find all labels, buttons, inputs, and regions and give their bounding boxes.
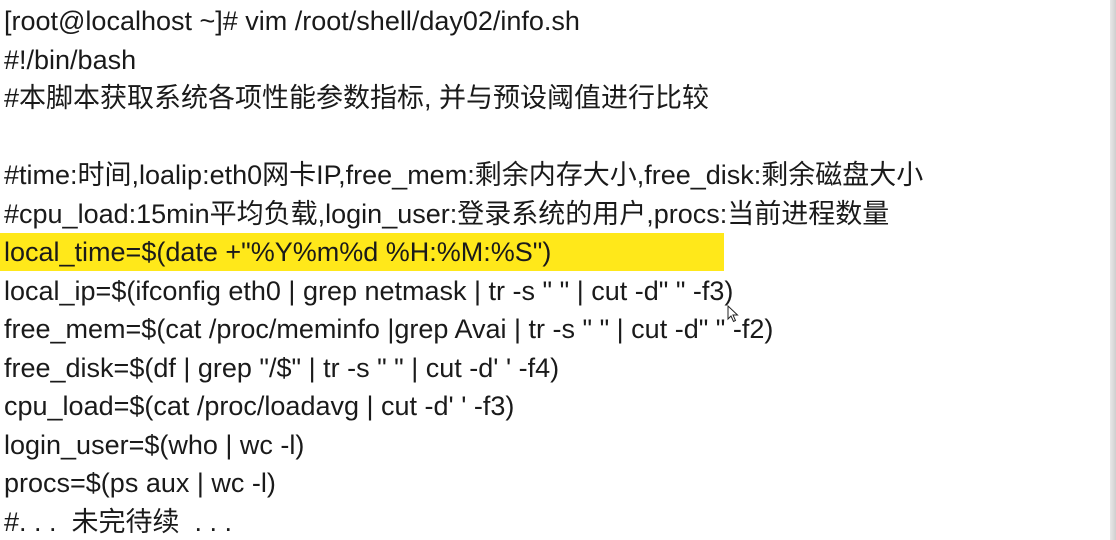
terminal-line-comment-vars-1: #time:时间,loalip:eth0网卡IP,free_mem:剩余内存大小… <box>4 160 924 190</box>
terminal-output[interactable]: [root@localhost ~]# vim /root/shell/day0… <box>0 2 924 540</box>
terminal-line-to-be-continued: #. . . 未完待续 . . . <box>4 506 233 537</box>
terminal-line-comment-vars-2: #cpu_load:15min平均负载,login_user:登录系统的用户,p… <box>4 198 890 229</box>
terminal-window[interactable]: [root@localhost ~]# vim /root/shell/day0… <box>0 0 1116 540</box>
window-right-edge <box>1110 0 1116 540</box>
terminal-line-comment-description: #本脚本获取系统各项性能参数指标, 并与预设阈值进行比较 <box>4 83 710 113</box>
terminal-line-shebang: #!/bin/bash <box>4 44 137 75</box>
terminal-line-local-ip: local_ip=$(ifconfig eth0 | grep netmask … <box>4 275 734 306</box>
terminal-line-cpu-load: cpu_load=$(cat /proc/loadavg | cut -d' '… <box>4 391 515 421</box>
terminal-line-command: [root@localhost ~]# vim /root/shell/day0… <box>4 6 580 36</box>
terminal-line-login-user: login_user=$(who | wc -l) <box>4 429 305 460</box>
terminal-line-procs: procs=$(ps aux | wc -l) <box>4 468 276 498</box>
terminal-line-free-mem: free_mem=$(cat /proc/meminfo |grep Avai … <box>4 314 774 344</box>
terminal-line-free-disk: free_disk=$(df | grep "/$" | tr -s " " |… <box>4 352 560 383</box>
terminal-line-local-time-highlighted: local_time=$(date +"%Y%m%d %H:%M:%S") <box>0 233 923 272</box>
mouse-pointer-icon <box>727 305 739 323</box>
